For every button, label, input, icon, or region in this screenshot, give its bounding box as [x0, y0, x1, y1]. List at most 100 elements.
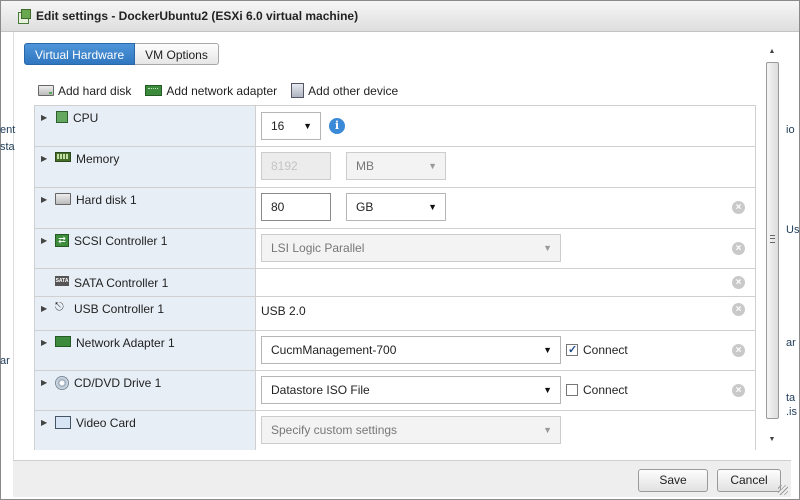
dialog-footer: Save Cancel: [13, 460, 791, 497]
other-device-icon: [291, 83, 305, 98]
device-label-cell: SATA SATA Controller 1: [35, 269, 256, 296]
checkbox-checked-icon[interactable]: [566, 344, 578, 356]
remove-device-icon[interactable]: ×: [732, 242, 745, 255]
sata-icon: SATA: [55, 276, 69, 286]
hard-disk-unit-value: GB: [356, 200, 374, 214]
remove-device-icon[interactable]: ×: [732, 201, 745, 214]
remove-device-icon[interactable]: ×: [732, 384, 745, 397]
dialog-titlebar[interactable]: Edit settings - DockerUbuntu2 (ESXi 6.0 …: [1, 1, 799, 32]
device-value-cell: ×: [256, 269, 756, 296]
add-hard-disk-label: Add hard disk: [58, 83, 132, 98]
expand-arrow-icon[interactable]: ▶: [41, 338, 49, 347]
device-row-scsi: ▶ ⇄ SCSI Controller 1 LSI Logic Parallel…: [35, 229, 756, 269]
cd-dvd-connect-checkbox[interactable]: Connect: [566, 383, 628, 397]
chevron-down-icon: ▼: [428, 202, 437, 212]
hardware-grid: ▶ CPU 16 ▼ i ▶ Memory 8192 MB ▼ ▶ Hard d…: [34, 105, 756, 450]
background-text: ta: [786, 392, 796, 404]
dialog-body: Virtual Hardware VM Options Add hard dis…: [13, 32, 784, 460]
video-card-label: Video Card: [76, 416, 136, 430]
scsi-type-select[interactable]: LSI Logic Parallel ▼: [261, 234, 561, 262]
expand-arrow-icon[interactable]: ▶: [41, 236, 49, 245]
device-toolbar: Add hard disk Add network adapter Add ot…: [38, 83, 398, 98]
add-other-device-button[interactable]: Add other device: [291, 83, 398, 98]
expand-arrow-icon[interactable]: ▶: [41, 195, 49, 204]
scroll-down-arrow-icon[interactable]: ▼: [765, 433, 779, 447]
device-label-cell: ▶ CD/DVD Drive 1: [35, 371, 256, 410]
cd-dvd-media-value: Datastore ISO File: [271, 383, 370, 397]
device-value-cell: 16 ▼ i: [256, 106, 756, 146]
cpu-count-select[interactable]: 16 ▼: [261, 112, 321, 140]
chevron-down-icon: ▼: [543, 385, 552, 395]
device-row-memory: ▶ Memory 8192 MB ▼: [35, 147, 756, 188]
network-connect-checkbox[interactable]: Connect: [566, 343, 628, 357]
usb-label: USB Controller 1: [74, 302, 165, 316]
device-value-cell: 8192 MB ▼: [256, 147, 756, 187]
device-value-cell: Datastore ISO File ▼ Connect ×: [256, 371, 756, 410]
memory-size-input[interactable]: 8192: [261, 152, 331, 180]
cd-dvd-media-select[interactable]: Datastore ISO File ▼: [261, 376, 561, 404]
device-label-cell: ▶ ⇄ SCSI Controller 1: [35, 229, 256, 268]
checkbox-unchecked-icon[interactable]: [566, 384, 578, 396]
edit-settings-dialog: Edit settings - DockerUbuntu2 (ESXi 6.0 …: [0, 0, 800, 500]
device-value-cell: Specify custom settings ▼: [256, 411, 756, 450]
device-row-usb: ▶ ⎋ USB Controller 1 USB 2.0 ×: [35, 297, 756, 331]
info-icon[interactable]: i: [329, 118, 345, 134]
device-label-cell: ▶ Memory: [35, 147, 256, 187]
cd-dvd-label: CD/DVD Drive 1: [74, 376, 162, 390]
expand-arrow-icon[interactable]: ▶: [41, 113, 49, 122]
usb-icon: ⎋: [55, 301, 64, 313]
device-label-cell: ▶ Video Card: [35, 411, 256, 450]
remove-device-icon[interactable]: ×: [732, 344, 745, 357]
chevron-down-icon: ▼: [543, 243, 552, 253]
add-network-adapter-button[interactable]: Add network adapter: [145, 83, 277, 98]
device-value-cell: CucmManagement-700 ▼ Connect ×: [256, 331, 756, 370]
video-card-value: Specify custom settings: [271, 423, 398, 437]
remove-device-icon[interactable]: ×: [732, 303, 745, 316]
device-label-cell: ▶ ⎋ USB Controller 1: [35, 297, 256, 330]
hard-disk-size-input[interactable]: 80: [261, 193, 331, 221]
chevron-down-icon: ▼: [428, 161, 437, 171]
expand-arrow-icon[interactable]: ▶: [41, 418, 49, 427]
vertical-scrollbar[interactable]: ▲ ▼: [765, 45, 779, 447]
background-text: sta: [0, 141, 15, 153]
grip-icon: [770, 235, 775, 243]
memory-unit-value: MB: [356, 159, 374, 173]
background-text: .is: [786, 406, 797, 418]
network-value: CucmManagement-700: [271, 343, 397, 357]
resize-handle-icon[interactable]: [778, 485, 788, 495]
network-adapter-icon: [55, 336, 71, 347]
background-text: ar: [786, 337, 796, 349]
save-button[interactable]: Save: [638, 469, 708, 492]
device-value-cell: 80 GB ▼ ×: [256, 188, 756, 228]
device-row-cpu: ▶ CPU 16 ▼ i: [35, 106, 756, 147]
vm-icon: [17, 8, 31, 24]
network-connect-label: Connect: [583, 343, 628, 357]
cd-dvd-connect-label: Connect: [583, 383, 628, 397]
background-text: io: [786, 124, 795, 136]
scrollbar-thumb[interactable]: [766, 62, 779, 419]
hard-disk-icon: [55, 193, 71, 205]
expand-arrow-icon[interactable]: ▶: [41, 154, 49, 163]
add-network-adapter-label: Add network adapter: [166, 83, 278, 98]
scroll-up-arrow-icon[interactable]: ▲: [765, 45, 779, 59]
expand-arrow-icon[interactable]: ▶: [41, 304, 49, 313]
remove-device-icon[interactable]: ×: [732, 276, 745, 289]
dialog-title: Edit settings - DockerUbuntu2 (ESXi 6.0 …: [36, 9, 359, 23]
sata-label: SATA Controller 1: [74, 276, 169, 290]
expand-arrow-icon[interactable]: ▶: [41, 378, 49, 387]
cancel-button[interactable]: Cancel: [717, 469, 781, 492]
video-card-select[interactable]: Specify custom settings ▼: [261, 416, 561, 444]
add-hard-disk-button[interactable]: Add hard disk: [38, 83, 131, 98]
scsi-type-value: LSI Logic Parallel: [271, 241, 365, 255]
memory-unit-select[interactable]: MB ▼: [346, 152, 446, 180]
network-select[interactable]: CucmManagement-700 ▼: [261, 336, 561, 364]
chevron-down-icon: ▼: [303, 121, 312, 131]
cpu-count-value: 16: [271, 119, 285, 133]
tab-virtual-hardware[interactable]: Virtual Hardware: [24, 43, 136, 65]
device-row-video: ▶ Video Card Specify custom settings ▼: [35, 411, 756, 450]
tab-vm-options[interactable]: VM Options: [135, 43, 219, 65]
tab-bar: Virtual Hardware VM Options: [24, 43, 219, 65]
hard-disk-icon: [38, 85, 54, 96]
hard-disk-unit-select[interactable]: GB ▼: [346, 193, 446, 221]
scsi-icon: ⇄: [55, 234, 69, 247]
